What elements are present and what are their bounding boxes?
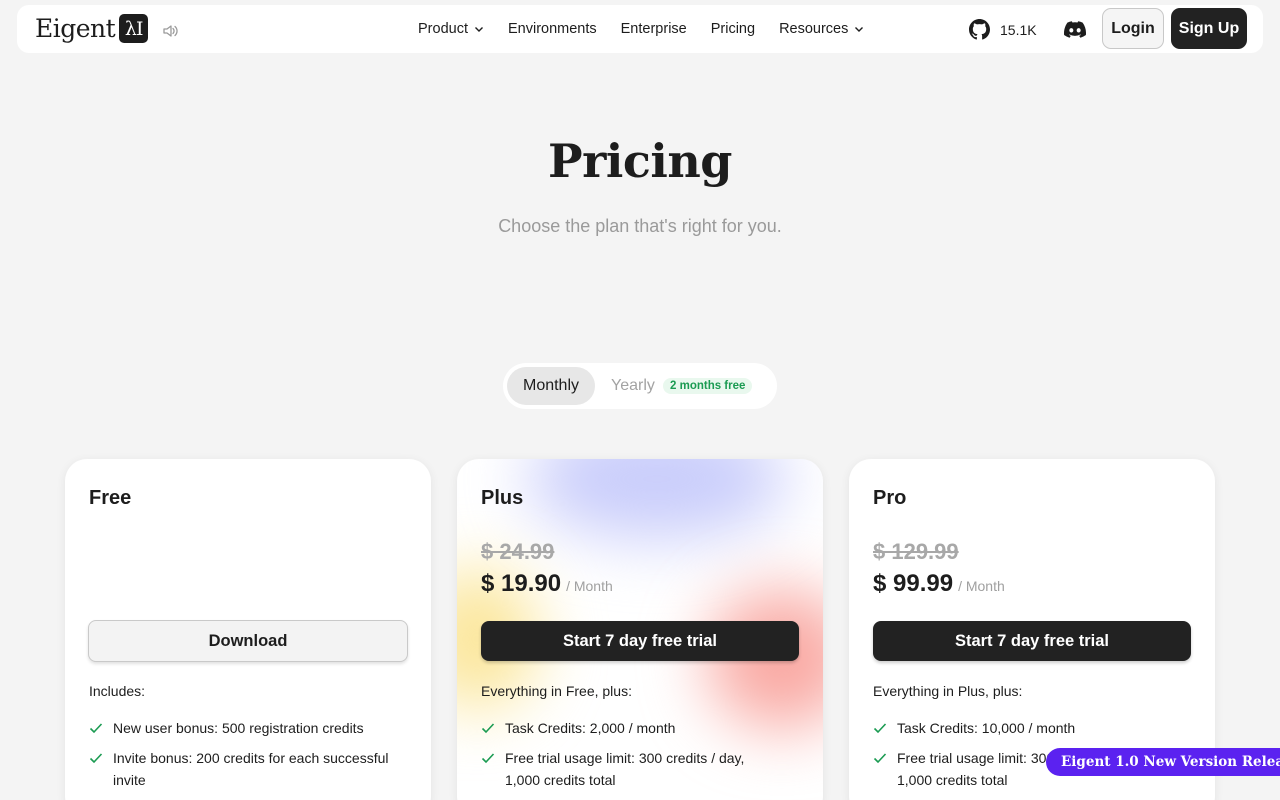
check-icon — [873, 723, 887, 734]
speaker-icon[interactable] — [162, 23, 178, 39]
check-icon — [481, 753, 495, 764]
check-icon — [89, 723, 103, 734]
discord-icon[interactable] — [1064, 21, 1086, 38]
menu-product-label: Product — [418, 21, 468, 37]
current-price: $ 99.99 — [873, 570, 954, 597]
feature-item: Task Credits: 2,000 / month — [481, 717, 781, 739]
feature-item: Invite bonus: 200 credits for each succe… — [89, 747, 389, 791]
feature-item: Task Credits: 10,000 / month — [873, 717, 1173, 739]
chevron-down-icon — [474, 27, 483, 32]
toggle-yearly[interactable]: Yearly — [611, 377, 655, 395]
feature-text: New user bonus: 500 registration credits — [113, 720, 364, 736]
github-icon — [969, 19, 990, 40]
menu-enterprise[interactable]: Enterprise — [621, 21, 687, 37]
plan-card-plus: Plus $ 24.99 $ 19.90 / Month Start 7 day… — [457, 459, 823, 800]
release-announcement-badge[interactable]: Eigent 1.0 New Version Released ! — [1046, 748, 1280, 776]
page-subtitle: Choose the plan that's right for you. — [498, 216, 782, 236]
feature-text: Task Credits: 2,000 / month — [505, 720, 676, 736]
price-row: $ 19.90 / Month — [481, 570, 613, 598]
start-trial-button[interactable]: Start 7 day free trial — [873, 621, 1191, 661]
menu-pricing[interactable]: Pricing — [711, 21, 755, 37]
github-star-count: 15.1K — [1000, 21, 1037, 38]
check-icon — [873, 753, 887, 764]
github-link[interactable]: 15.1K — [969, 19, 1037, 40]
billing-period: / Month — [958, 578, 1005, 594]
plan-name: Plus — [481, 487, 524, 509]
menu-environments-label: Environments — [507, 21, 597, 37]
toggle-monthly[interactable]: Monthly — [507, 367, 595, 405]
page-title: Pricing — [548, 134, 732, 188]
menu-resources[interactable]: Resources — [779, 21, 864, 37]
feature-text: Task Credits: 10,000 / month — [897, 720, 1076, 736]
yearly-discount-badge: 2 months free — [663, 378, 753, 394]
login-button[interactable]: Login — [1102, 8, 1164, 49]
signup-button[interactable]: Sign Up — [1171, 8, 1247, 49]
download-button[interactable]: Download — [88, 620, 408, 662]
original-price: $ 129.99 — [873, 539, 959, 564]
plan-name: Free — [89, 487, 132, 509]
menu-environments[interactable]: Environments — [508, 21, 597, 37]
feature-text: Free trial usage limit: 300 credits / da… — [505, 750, 745, 788]
brand-mark: λI — [119, 14, 149, 43]
menu-product[interactable]: Product — [418, 21, 484, 37]
original-price: $ 24.99 — [481, 539, 555, 564]
price-row: $ 99.99 / Month — [873, 570, 1005, 598]
billing-period: / Month — [566, 578, 613, 594]
feature-text: Invite bonus: 200 credits for each succe… — [113, 750, 389, 788]
check-icon — [89, 753, 103, 764]
start-trial-button[interactable]: Start 7 day free trial — [481, 621, 799, 661]
plan-card-free: Free Download Includes: New user bonus: … — [65, 459, 431, 800]
chevron-down-icon — [855, 27, 864, 32]
menu-resources-label: Resources — [779, 21, 849, 37]
feature-item: New user bonus: 500 registration credits — [89, 717, 389, 739]
plan-includes-label: Includes: — [89, 683, 146, 699]
feature-item: Free trial usage limit: 300 credits / da… — [481, 747, 781, 791]
plan-name: Pro — [873, 487, 907, 509]
menu-enterprise-label: Enterprise — [620, 21, 687, 37]
plan-includes-label: Everything in Free, plus: — [481, 683, 632, 699]
brand-wordmark: Eigent — [35, 14, 116, 43]
brand-logo[interactable]: Eigent λI — [35, 14, 149, 43]
menu-pricing-label: Pricing — [710, 21, 756, 37]
current-price: $ 19.90 — [481, 570, 562, 597]
billing-toggle: Monthly Yearly 2 months free — [503, 363, 777, 409]
main-menu: Product Environments Enterprise Pricing … — [418, 5, 864, 53]
check-icon — [481, 723, 495, 734]
top-navbar: Eigent λI Product Environments Enterpris… — [17, 5, 1263, 53]
plan-includes-label: Everything in Plus, plus: — [873, 683, 1023, 699]
